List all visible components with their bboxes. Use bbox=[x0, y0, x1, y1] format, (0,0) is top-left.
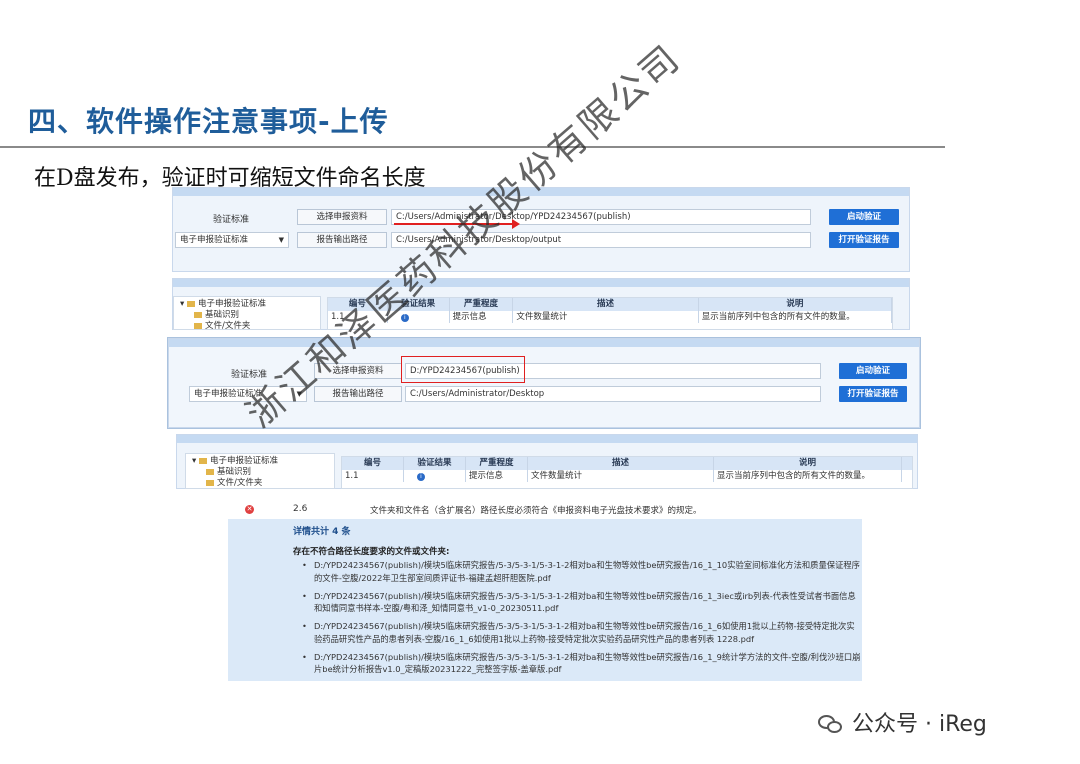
slide-title: 四、软件操作注意事项-上传 bbox=[28, 105, 389, 138]
list-item: D:/YPD24234567(publish)/模块5临床研究报告/5-3/5-… bbox=[302, 651, 862, 676]
detail-subheading: 存在不符合路径长度要求的文件或文件夹: bbox=[293, 547, 450, 557]
folder-icon bbox=[198, 457, 207, 464]
folder-icon bbox=[194, 311, 202, 318]
open-report-button[interactable]: 打开验证报告 bbox=[839, 386, 907, 402]
standard-dropdown-value: 电子申报验证标准 bbox=[180, 235, 249, 245]
col-result: 验证结果 bbox=[388, 298, 450, 311]
chevron-down-icon: ▼ bbox=[296, 390, 302, 398]
list-item: D:/YPD24234567(publish)/模块5临床研究报告/5-3/5-… bbox=[302, 590, 862, 615]
title-divider bbox=[0, 146, 945, 148]
footer-brand-text: 公众号 · iReg bbox=[852, 712, 987, 737]
detail-count[interactable]: 详情共计 4 条 bbox=[293, 524, 351, 537]
tree-node-files[interactable]: 文件/文件夹 bbox=[180, 321, 314, 332]
grid-header: 编号 验证结果 严重程度 描述 说明 bbox=[328, 298, 893, 311]
report-output-button[interactable]: 报告输出路径 bbox=[314, 386, 402, 402]
list-item: D:/YPD24234567(publish)/模块5临床研究报告/5-3/5-… bbox=[302, 559, 862, 584]
results-grid: 编号 验证结果 严重程度 描述 说明 1.1 i 提示信息 文件数量统计 显示当… bbox=[341, 456, 913, 489]
standard-dropdown[interactable]: 电子申报验证标准 ▼ bbox=[189, 386, 307, 402]
col-desc: 描述 bbox=[513, 298, 699, 311]
col-note: 说明 bbox=[714, 457, 902, 470]
label-standard: 验证标准 bbox=[231, 370, 268, 380]
panel-topbar bbox=[177, 435, 917, 443]
highlight-underline bbox=[394, 223, 516, 225]
open-report-button[interactable]: 打开验证报告 bbox=[829, 232, 899, 248]
col-num: 编号 bbox=[328, 298, 388, 311]
results-grid: 编号 验证结果 严重程度 描述 说明 1.1 i 提示信息 文件数量统计 显示当… bbox=[327, 297, 893, 330]
start-validation-button[interactable]: 启动验证 bbox=[839, 363, 907, 379]
validation-lower-panel-2: ▾ 电子申报验证标准 基础识别 文件/文件夹 编号 验证结果 严重程度 描述 说… bbox=[176, 434, 918, 489]
chevron-down-icon: ▼ bbox=[278, 236, 284, 244]
col-note: 说明 bbox=[699, 298, 893, 311]
report-path-input[interactable]: C:/Users/Administrator/Desktop/output bbox=[391, 232, 811, 248]
validation-lower-panel-1: ▾ 电子申报验证标准 基础识别 文件/文件夹 编号 验证结果 严重程度 描述 说… bbox=[172, 278, 910, 332]
standard-tree: ▾ 电子申报验证标准 基础识别 文件/文件夹 bbox=[173, 296, 321, 332]
footer-brand: 公众号 · iReg bbox=[818, 706, 987, 738]
highlight-box bbox=[401, 356, 525, 383]
folder-icon bbox=[186, 300, 195, 307]
select-submission-button[interactable]: 选择申报资料 bbox=[297, 209, 387, 225]
tree-node-basic[interactable]: 基础识别 bbox=[192, 467, 328, 478]
panel-topbar bbox=[173, 279, 909, 287]
tree-node-basic[interactable]: 基础识别 bbox=[180, 310, 314, 321]
standard-dropdown-value: 电子申报验证标准 bbox=[194, 389, 263, 399]
col-num: 编号 bbox=[342, 457, 404, 470]
violation-list: D:/YPD24234567(publish)/模块5临床研究报告/5-3/5-… bbox=[302, 559, 862, 681]
label-standard: 验证标准 bbox=[213, 215, 250, 225]
report-path-input[interactable]: C:/Users/Administrator/Desktop bbox=[405, 386, 821, 402]
start-validation-button[interactable]: 启动验证 bbox=[829, 209, 899, 225]
tree-node-files[interactable]: 文件/文件夹 bbox=[192, 478, 328, 489]
rule-number: 2.6 bbox=[293, 504, 308, 514]
select-submission-button[interactable]: 选择申报资料 bbox=[314, 363, 402, 379]
tree-node-root[interactable]: ▾ 电子申报验证标准 bbox=[180, 299, 314, 310]
validation-panel-1: 验证标准 选择申报资料 C:/Users/Administrator/Deskt… bbox=[172, 187, 910, 272]
folder-icon bbox=[206, 479, 214, 486]
col-result: 验证结果 bbox=[404, 457, 466, 470]
error-icon: ✕ bbox=[245, 505, 254, 514]
info-icon: i bbox=[400, 314, 409, 322]
col-severity: 严重程度 bbox=[466, 457, 528, 470]
error-detail-panel: ✕ 2.6 文件夹和文件名（含扩展名）路径长度必须符合《申报资料电子光盘技术要求… bbox=[228, 497, 862, 681]
table-row[interactable]: 1.1 i 提示信息 文件数量统计 显示当前序列中包含的所有文件的数量。 bbox=[328, 311, 892, 323]
highlight-arrow-icon bbox=[512, 219, 520, 229]
grid-header: 编号 验证结果 严重程度 描述 说明 bbox=[342, 457, 912, 470]
standard-dropdown[interactable]: 电子申报验证标准 ▼ bbox=[175, 232, 289, 248]
folder-icon bbox=[194, 322, 202, 329]
wechat-icon bbox=[818, 715, 844, 735]
standard-tree: ▾ 电子申报验证标准 基础识别 文件/文件夹 bbox=[185, 453, 335, 489]
list-item: D:/YPD24234567(publish)/模块5临床研究报告/5-3/5-… bbox=[302, 620, 862, 645]
rule-description: 文件夹和文件名（含扩展名）路径长度必须符合《申报资料电子光盘技术要求》的规定。 bbox=[370, 506, 702, 516]
info-icon: i bbox=[417, 473, 425, 481]
col-severity: 严重程度 bbox=[450, 298, 514, 311]
table-row[interactable]: 1.1 i 提示信息 文件数量统计 显示当前序列中包含的所有文件的数量。 bbox=[342, 470, 912, 482]
panel-topbar bbox=[169, 339, 919, 347]
report-output-button[interactable]: 报告输出路径 bbox=[297, 232, 387, 248]
tree-node-root[interactable]: ▾ 电子申报验证标准 bbox=[192, 456, 328, 467]
panel-topbar bbox=[173, 188, 909, 196]
col-desc: 描述 bbox=[528, 457, 714, 470]
folder-icon bbox=[206, 468, 214, 475]
validation-panel-2: 验证标准 选择申报资料 D:/YPD24234567(publish) 启动验证… bbox=[168, 338, 920, 428]
